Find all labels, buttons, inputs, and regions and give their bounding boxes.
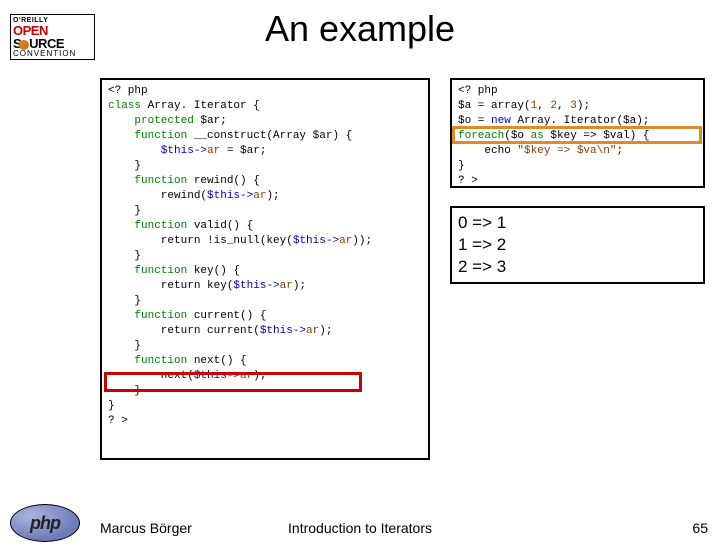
content-area: <? php class Array. Iterator { protected…	[100, 78, 705, 500]
footer-pagenumber: 65	[692, 520, 708, 536]
footer-subject: Introduction to Iterators	[0, 520, 720, 536]
oreilly-logo: O'REILLY OPEN SURCE CONVENTION	[10, 14, 95, 60]
output-box: 0 => 1 1 => 2 2 => 3	[450, 206, 705, 284]
logo-convention: CONVENTION	[13, 50, 92, 58]
code-right: <? php $a = array(1, 2, 3); $o = new Arr…	[450, 78, 705, 188]
slide-title: An example	[0, 8, 720, 50]
footer: Marcus Börger Introduction to Iterators …	[0, 510, 720, 540]
code-left: <? php class Array. Iterator { protected…	[100, 78, 430, 460]
